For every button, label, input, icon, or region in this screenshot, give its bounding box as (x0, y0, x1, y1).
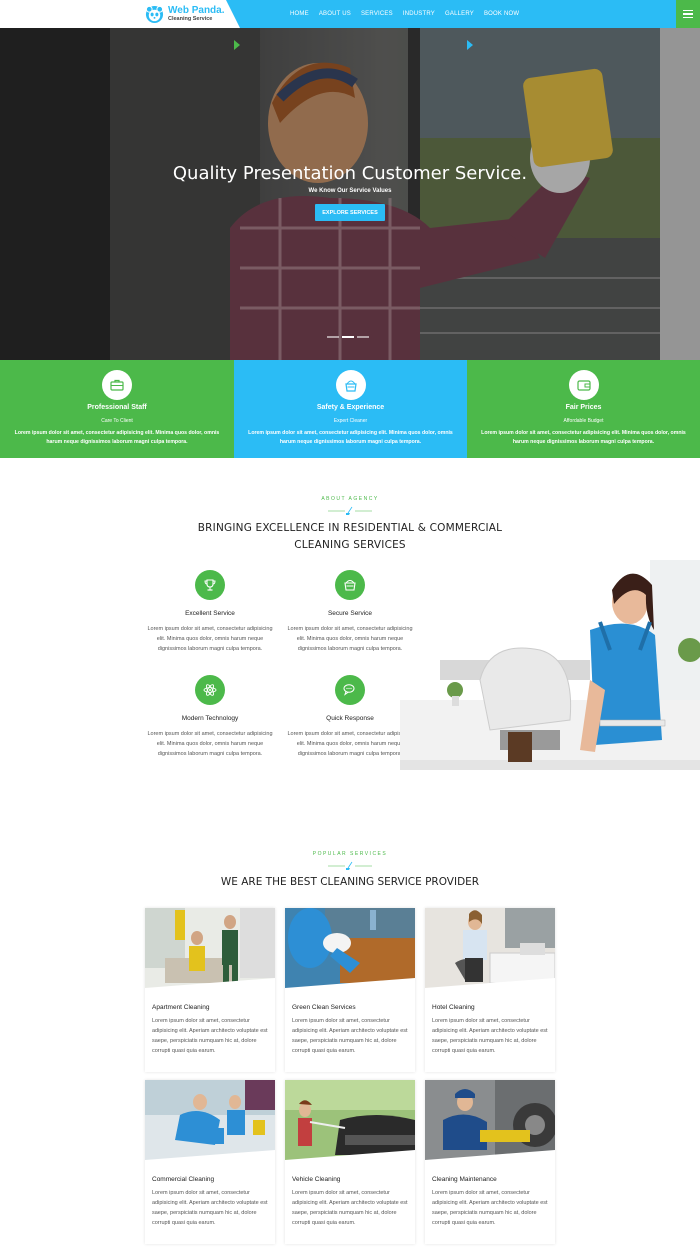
service-text: Lorem ipsum dolor sit amet, consectetur … (147, 626, 273, 652)
hero-title: Quality Presentation Customer Service. (172, 163, 528, 184)
feature-title: Safety & Experience (316, 404, 385, 411)
service-title: Quick Response (326, 715, 374, 722)
feature-title: Professional Staff (87, 404, 147, 411)
popular-title: WE ARE THE BEST CLEANING SERVICE PROVIDE… (220, 876, 480, 888)
logo-name: Web Panda. (168, 4, 225, 16)
feature-text: Lorem ipsum dolor sit amet, consectetur … (14, 430, 220, 445)
feature-professional-staff: Professional Staff Care To Client Lorem … (0, 360, 234, 458)
feature-subtitle: Affordable Budget (563, 418, 604, 424)
hero-slider: Quality Presentation Customer Service. W… (0, 28, 700, 360)
card-title: Vehicle Cleaning (292, 1176, 341, 1183)
site-logo[interactable]: Web Panda. Cleaning Service (145, 3, 225, 25)
service-card-vehicle[interactable]: Vehicle Cleaning Lorem ipsum dolor sit a… (285, 1080, 415, 1244)
bucket-icon (335, 570, 365, 600)
about-service-secure: Secure Service Lorem ipsum dolor sit ame… (285, 570, 415, 655)
service-card-commercial[interactable]: Commercial Cleaning Lorem ipsum dolor si… (145, 1080, 275, 1244)
main-nav: HOME ABOUT US SERVICES INDUSTRY GALLERY … (290, 0, 519, 28)
service-text: Lorem ipsum dolor sit amet, consectetur … (287, 731, 413, 757)
wallet-icon (568, 370, 599, 400)
card-image (145, 908, 275, 994)
feature-text: Lorem ipsum dolor sit amet, consectetur … (481, 430, 686, 445)
card-text: Lorem ipsum dolor sit amet, consectetur … (292, 1018, 408, 1054)
card-image (285, 1080, 415, 1166)
bucket-icon (335, 370, 366, 400)
slider-dots (327, 336, 369, 338)
briefcase-icon (102, 370, 132, 400)
about-service-excellent: Excellent Service Lorem ipsum dolor sit … (145, 570, 275, 655)
broom-divider-icon (328, 506, 372, 515)
card-text: Lorem ipsum dolor sit amet, consectetur … (292, 1190, 408, 1226)
slider-dot[interactable] (357, 336, 369, 338)
feature-safety-experience: Safety & Experience Expert Cleaner Lorem… (234, 360, 467, 458)
feature-arrow (234, 40, 240, 50)
nav-services[interactable]: SERVICES (361, 11, 393, 17)
feature-title: Fair Prices (565, 404, 602, 411)
about-section-tag: ABOUT AGENCY (321, 496, 379, 502)
card-title: Cleaning Maintenance (432, 1176, 497, 1183)
hamburger-line (683, 9, 693, 12)
card-image (145, 1080, 275, 1166)
nav-about-us[interactable]: ABOUT US (319, 11, 351, 17)
nav-industry[interactable]: INDUSTRY (403, 11, 435, 17)
hamburger-line (683, 16, 693, 19)
about-title: BRINGING EXCELLENCE IN RESIDENTIAL & COM… (0, 520, 700, 554)
service-text: Lorem ipsum dolor sit amet, consectetur … (287, 626, 413, 652)
card-title: Green Clean Services (292, 1004, 356, 1011)
broom-divider-icon (328, 861, 372, 870)
site-header: Web Panda. Cleaning Service HOME ABOUT U… (0, 0, 700, 28)
card-text: Lorem ipsum dolor sit amet, consectetur … (152, 1018, 268, 1054)
slider-dot-active[interactable] (342, 336, 354, 338)
popular-section-tag: POPULAR SERVICES (312, 851, 388, 857)
cleaner-desk-photo (400, 560, 700, 770)
service-title: Modern Technology (181, 715, 239, 722)
card-image (425, 1080, 555, 1166)
card-text: Lorem ipsum dolor sit amet, consectetur … (432, 1190, 548, 1226)
logo-tagline: Cleaning Service (168, 15, 213, 22)
panda-logo-icon (145, 5, 164, 23)
card-title: Hotel Cleaning (432, 1004, 475, 1011)
feature-subtitle: Care To Client (101, 418, 133, 424)
feature-fair-prices: Fair Prices Affordable Budget Lorem ipsu… (467, 360, 700, 458)
service-title: Excellent Service (185, 610, 235, 617)
feature-text: Lorem ipsum dolor sit amet, consectetur … (248, 430, 453, 445)
card-title: Commercial Cleaning (152, 1176, 215, 1183)
hamburger-menu-button[interactable] (676, 0, 700, 28)
card-text: Lorem ipsum dolor sit amet, consectetur … (152, 1190, 268, 1226)
card-image (285, 908, 415, 994)
atom-icon (195, 675, 225, 705)
service-card-green-clean[interactable]: Green Clean Services Lorem ipsum dolor s… (285, 908, 415, 1072)
card-image (425, 908, 555, 994)
service-card-maintenance[interactable]: Cleaning Maintenance Lorem ipsum dolor s… (425, 1080, 555, 1244)
hamburger-line (683, 13, 693, 15)
explore-services-button[interactable]: EXPLORE SERVICES (315, 204, 385, 221)
about-service-response: Quick Response Lorem ipsum dolor sit ame… (285, 675, 415, 760)
about-title-line1: BRINGING EXCELLENCE IN RESIDENTIAL & COM… (197, 522, 503, 534)
slider-dot[interactable] (327, 336, 339, 338)
nav-book-now[interactable]: BOOK NOW (484, 11, 519, 17)
card-text: Lorem ipsum dolor sit amet, consectetur … (432, 1018, 548, 1054)
service-card-apartment[interactable]: Apartment Cleaning Lorem ipsum dolor sit… (145, 908, 275, 1072)
service-title: Secure Service (327, 610, 373, 617)
chat-icon (335, 675, 365, 705)
feature-subtitle: Expert Cleaner (333, 418, 368, 424)
card-title: Apartment Cleaning (152, 1004, 210, 1011)
hero-overlay (0, 28, 700, 360)
feature-arrow (467, 40, 473, 50)
nav-gallery[interactable]: GALLERY (445, 11, 474, 17)
service-card-hotel[interactable]: Hotel Cleaning Lorem ipsum dolor sit ame… (425, 908, 555, 1072)
about-title-line2: CLEANING SERVICES (294, 539, 406, 551)
trophy-icon (195, 570, 225, 600)
hero-subtitle: We Know Our Service Values (308, 188, 392, 194)
nav-home[interactable]: HOME (290, 11, 309, 17)
service-text: Lorem ipsum dolor sit amet, consectetur … (147, 731, 273, 757)
about-service-technology: Modern Technology Lorem ipsum dolor sit … (145, 675, 275, 760)
